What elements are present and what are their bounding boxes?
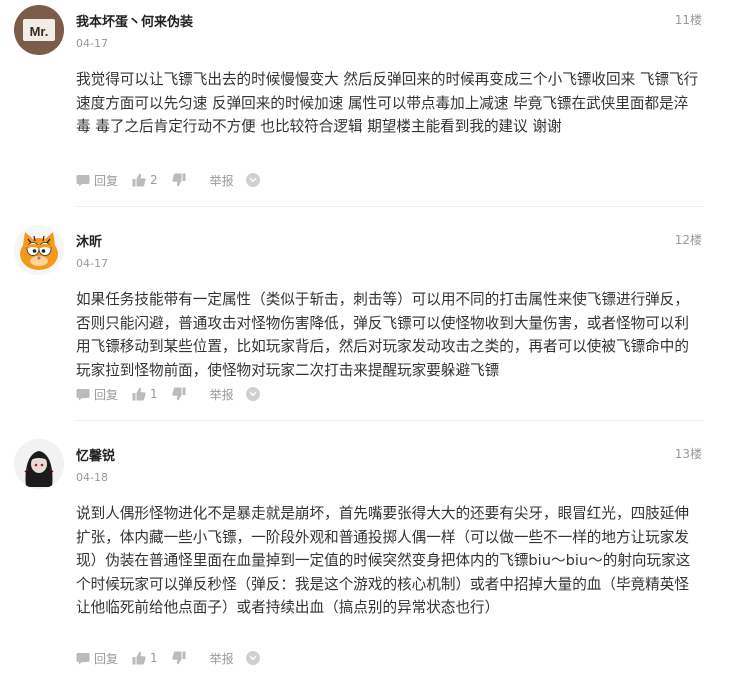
reply-label: 回复 [94,173,119,188]
dislike-button[interactable] [172,387,186,401]
avatar[interactable] [14,439,64,489]
more-chevron-icon [249,391,257,397]
like-count: 1 [150,651,158,665]
svg-text:Mr.: Mr. [30,24,49,39]
report-label: 举报 [209,173,234,188]
comment-item: Mr. 我本坏蛋丶何来伪装 04-17 11楼 我觉得可以让飞镖飞出去的时候慢慢… [0,2,740,202]
floor-number: 11楼 [674,13,702,27]
comment-actions: 回复 1 举报 [76,385,260,403]
reply-button[interactable]: 回复 [76,172,118,189]
floor-number: 13楼 [674,447,702,461]
avatar-garfield-image [14,225,64,275]
like-icon [132,173,146,187]
comment-text: 我觉得可以让飞镖飞出去的时候慢慢变大 然后反弹回来的时候再变成三个小飞镖收回来 … [76,71,699,135]
floor-number: 12楼 [674,233,702,247]
comment-item: 沐昕 04-17 12楼 如果任务技能带有一定属性（类似于斩击，刺击等）可以用不… [0,222,740,422]
like-count: 1 [150,387,158,401]
reply-label: 回复 [94,651,119,666]
avatar-mr-image: Mr. [14,5,64,55]
reply-icon [76,652,90,664]
dislike-icon [172,173,186,187]
like-button[interactable]: 2 [132,173,158,187]
more-chevron-icon [249,177,257,183]
reply-button[interactable]: 回复 [76,386,118,403]
reply-icon [76,174,90,186]
more-button[interactable] [245,651,260,665]
more-button[interactable] [245,387,260,401]
username[interactable]: 我本坏蛋丶何来伪装 [76,11,193,30]
like-icon [132,387,146,401]
divider [76,420,704,421]
comment-date: 04-18 [76,471,108,484]
like-count: 2 [150,173,158,187]
comment-date: 04-17 [76,257,108,270]
comment-item: 忆馨锐 04-18 13楼 说到人偶形怪物进化不是暴走就是崩坏，首先嘴要张得大大… [0,436,740,675]
avatar[interactable]: Mr. [14,5,64,55]
divider [76,206,704,207]
reply-label: 回复 [94,387,119,402]
avatar-girl-image [14,439,64,489]
more-chevron-icon [249,655,257,661]
avatar[interactable] [14,225,64,275]
like-icon [132,651,146,665]
report-label: 举报 [209,387,234,402]
comment-date: 04-17 [76,37,108,50]
comment-text: 说到人偶形怪物进化不是暴走就是崩坏，首先嘴要张得大大的还要有尖牙，眼冒红光，四肢… [76,505,691,616]
dislike-icon [172,651,186,665]
dislike-button[interactable] [172,173,186,187]
comment-list: Mr. 我本坏蛋丶何来伪装 04-17 11楼 我觉得可以让飞镖飞出去的时候慢慢… [0,0,740,675]
comment-actions: 回复 1 举报 [76,649,260,667]
comment-text: 如果任务技能带有一定属性（类似于斩击，刺击等）可以用不同的打击属性来使飞镖进行弹… [76,291,689,379]
like-button[interactable]: 1 [132,387,158,401]
reply-button[interactable]: 回复 [76,650,118,667]
username[interactable]: 沐昕 [76,231,102,250]
like-button[interactable]: 1 [132,651,158,665]
report-button[interactable]: 举报 [206,650,234,667]
dislike-icon [172,387,186,401]
dislike-button[interactable] [172,651,186,665]
reply-icon [76,388,90,400]
report-button[interactable]: 举报 [206,172,234,189]
report-button[interactable]: 举报 [206,386,234,403]
comment-actions: 回复 2 举报 [76,171,260,189]
report-label: 举报 [209,651,234,666]
username[interactable]: 忆馨锐 [76,445,115,464]
more-button[interactable] [245,173,260,187]
